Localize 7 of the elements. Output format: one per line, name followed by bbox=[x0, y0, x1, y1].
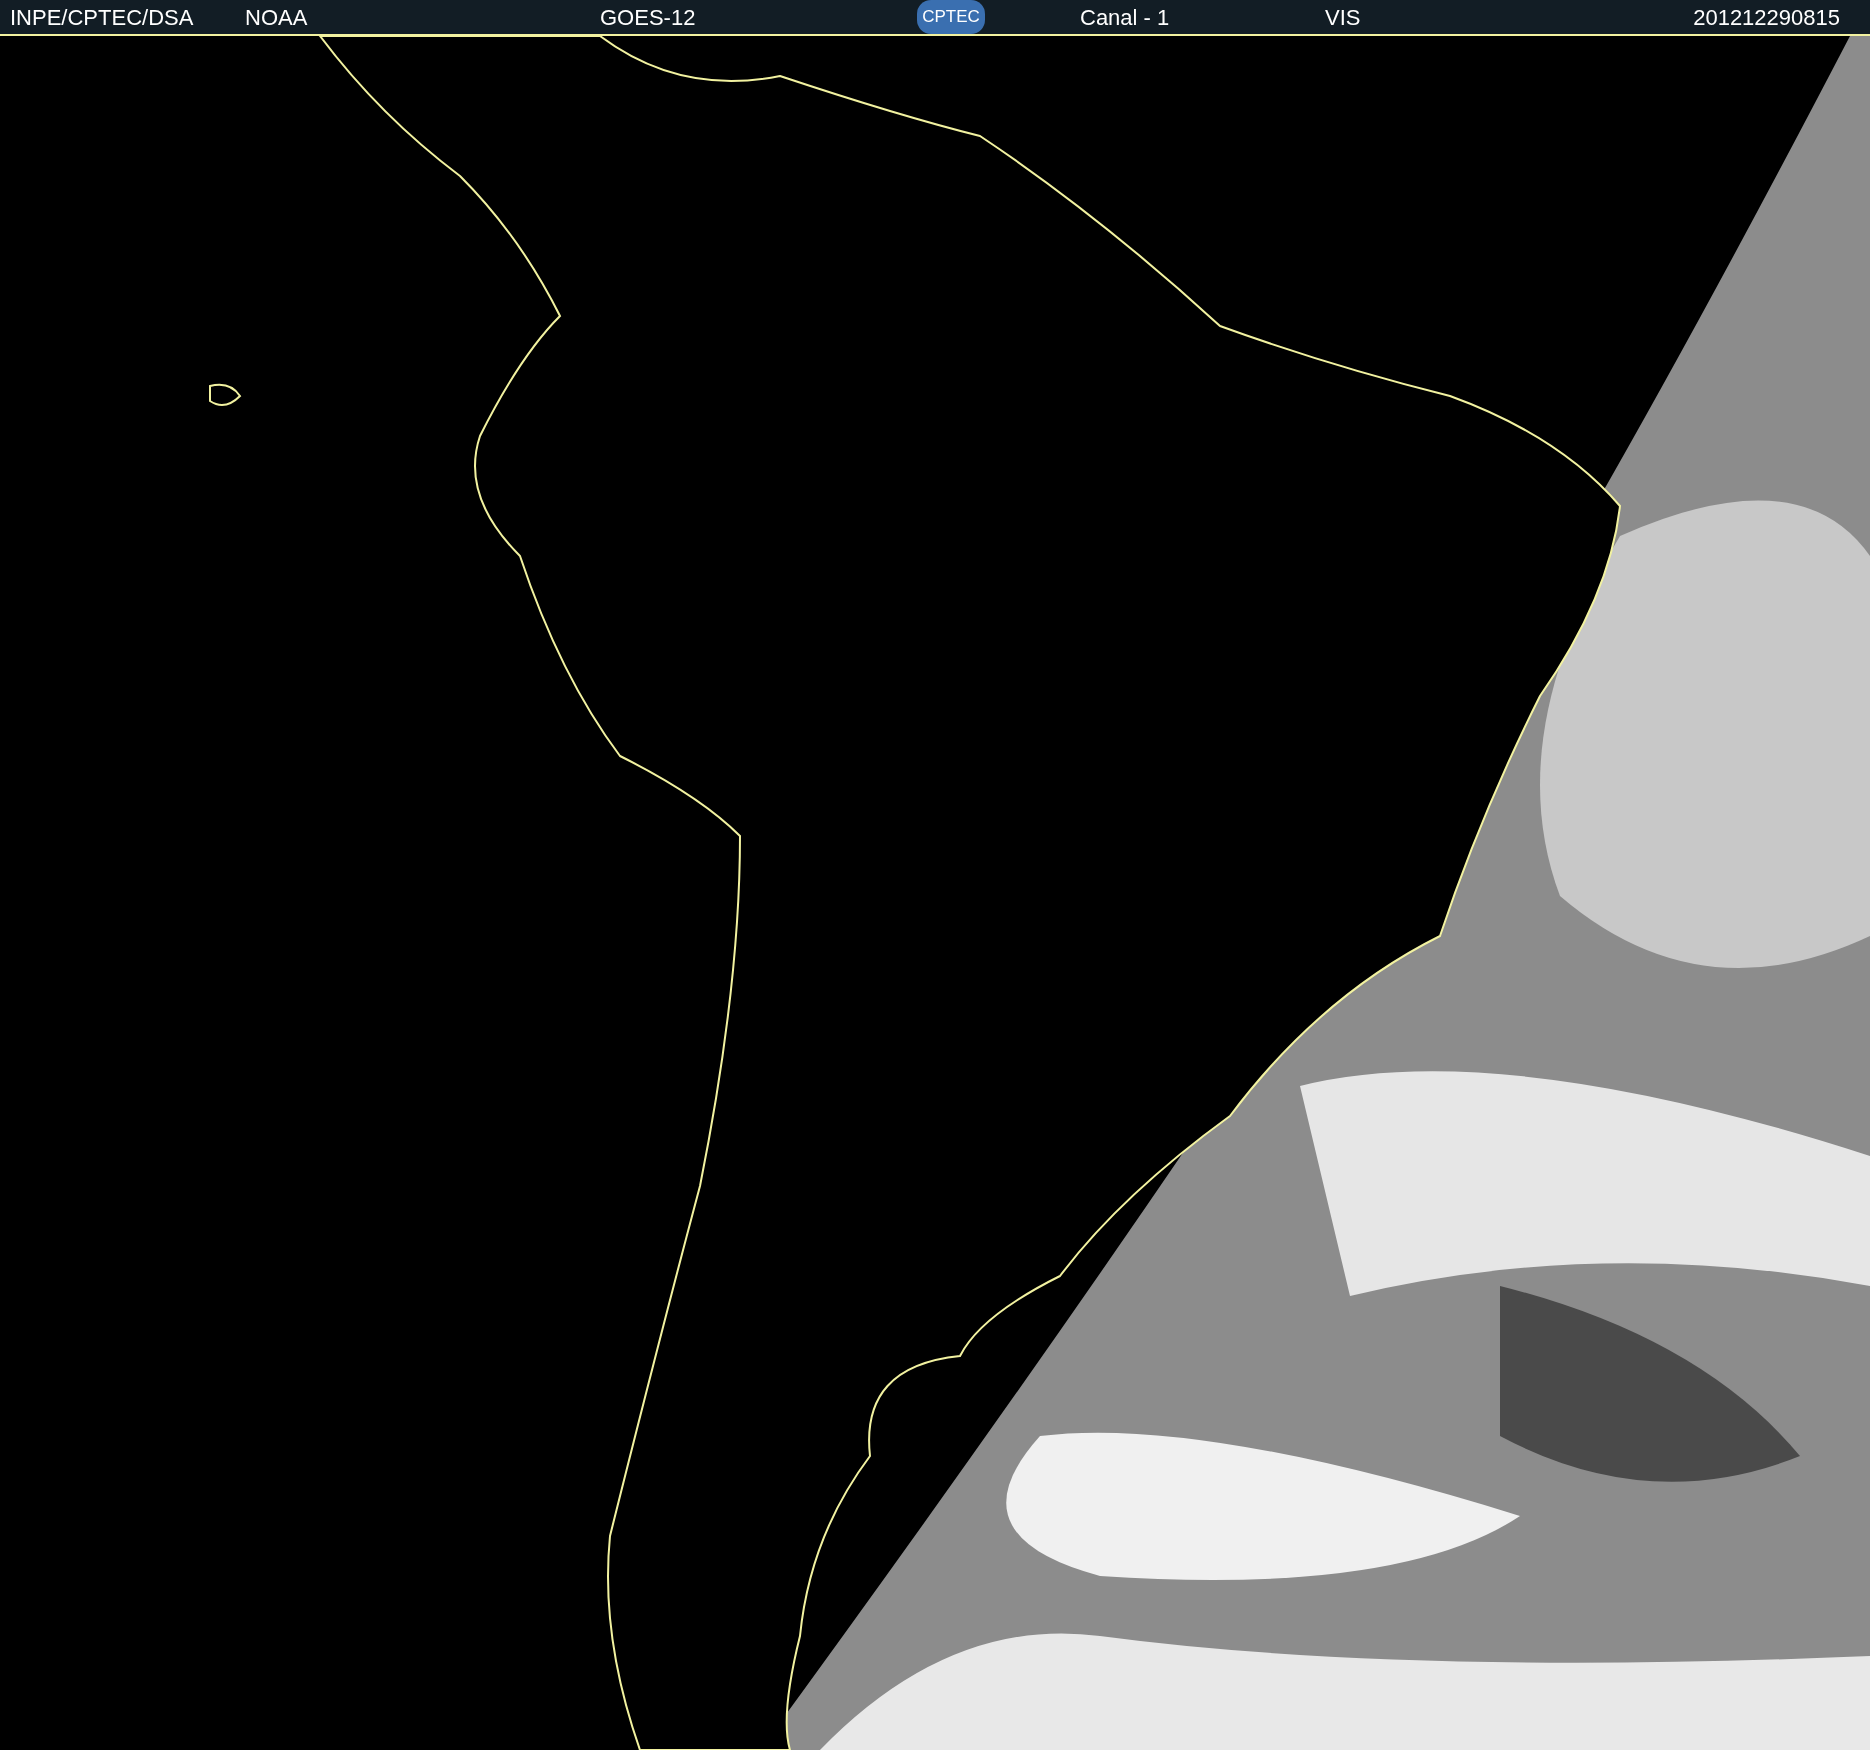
timestamp: 201212290815 bbox=[1693, 3, 1840, 32]
satellite-label: GOES-12 bbox=[600, 3, 697, 32]
logo: CPTEC bbox=[917, 0, 985, 34]
channel-label: Canal - 1 bbox=[1080, 3, 1171, 32]
band-label: VIS bbox=[1325, 3, 1361, 32]
agency-label: NOAA bbox=[245, 3, 309, 32]
source-label: INPE/CPTEC/DSA bbox=[10, 3, 195, 32]
